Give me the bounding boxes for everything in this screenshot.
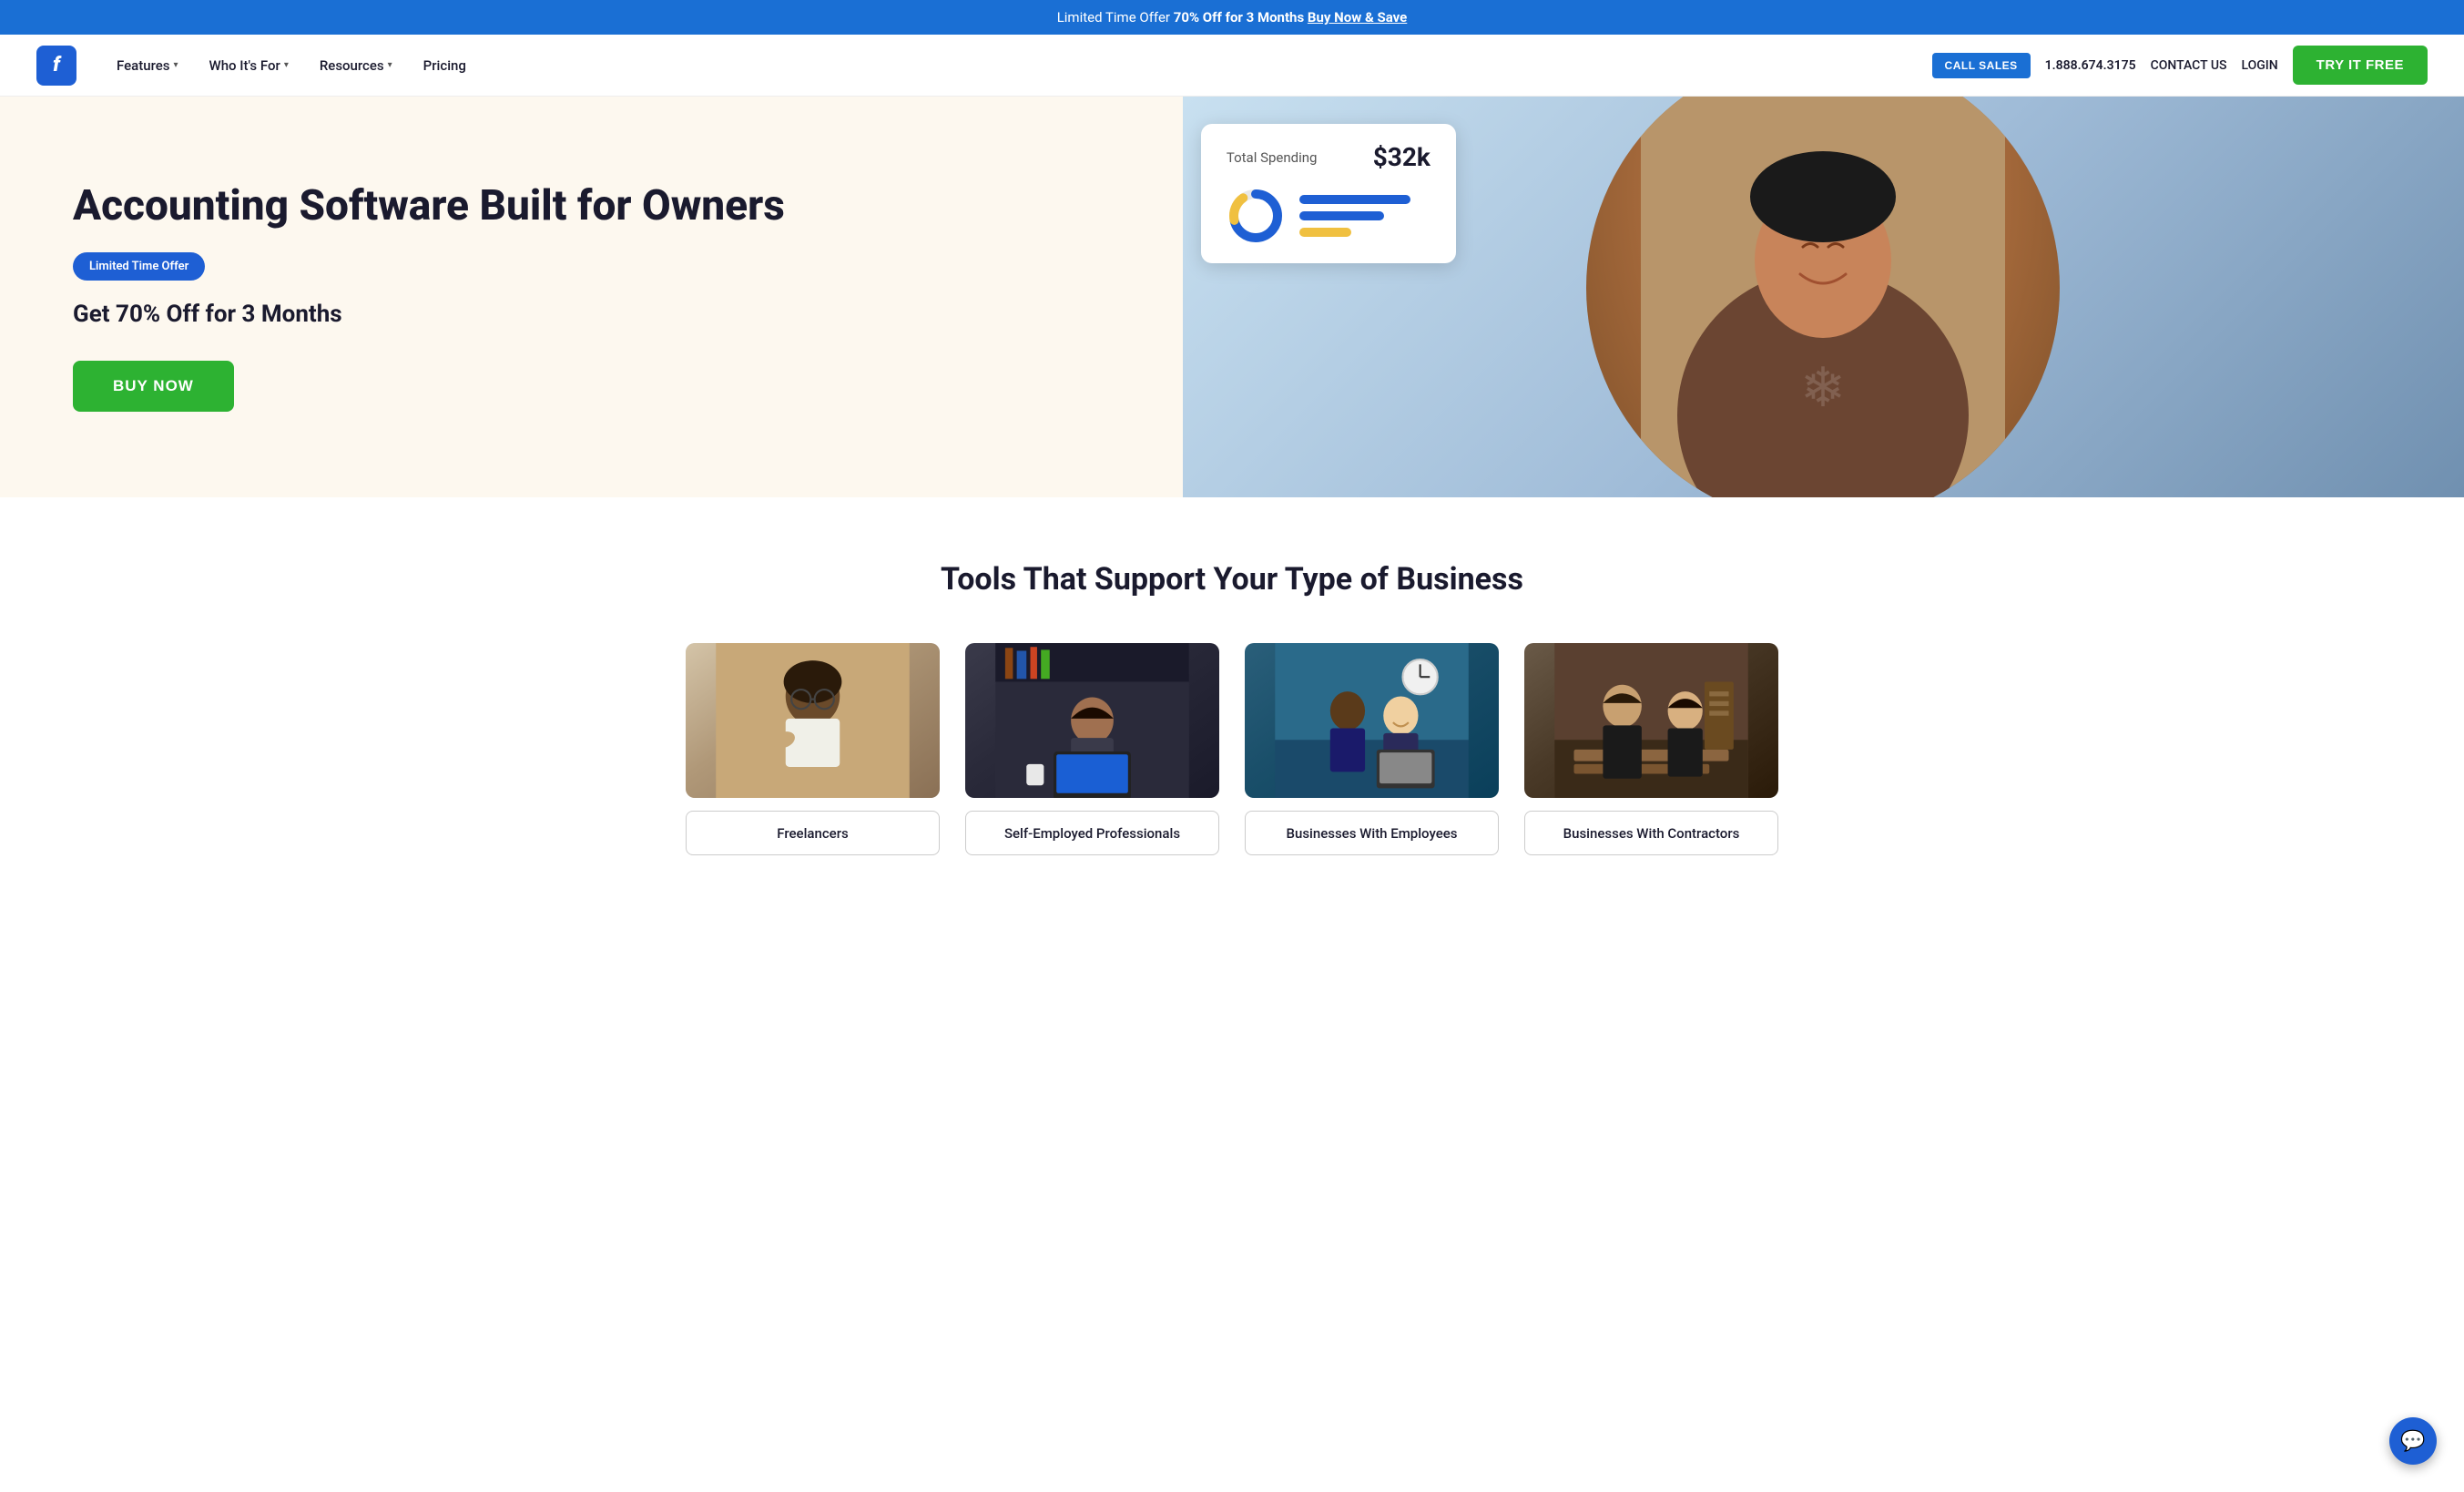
spending-card: Total Spending $32k <box>1201 124 1456 263</box>
hero-person-image: ❄ <box>1586 97 2060 497</box>
chart-bar-1 <box>1299 195 1410 204</box>
tools-grid: Freelancers <box>686 643 1778 855</box>
tool-image-businesses-employees <box>1245 643 1499 798</box>
contractors-image-placeholder <box>1524 643 1778 798</box>
businesses-image-placeholder <box>1245 643 1499 798</box>
promo-banner: Limited Time Offer 70% Off for 3 Months … <box>0 0 2464 35</box>
svg-text:❄: ❄ <box>1800 355 1846 420</box>
hero-offer-text: Get 70% Off for 3 Months <box>73 301 1128 328</box>
businesses-contractors-label-box: Businesses With Contractors <box>1524 811 1778 855</box>
try-free-button[interactable]: TRY IT FREE <box>2293 46 2428 85</box>
self-employed-label: Self-Employed Professionals <box>1004 825 1180 842</box>
banner-link[interactable]: Buy Now & Save <box>1308 9 1407 26</box>
nav-who-its-for[interactable]: Who It's For ▾ <box>197 50 301 81</box>
phone-number: 1.888.674.3175 <box>2045 58 2136 73</box>
chat-bubble-button[interactable]: 💬 <box>2389 1417 2437 1465</box>
banner-prefix: Limited Time Offer <box>1057 9 1174 26</box>
spending-amount: $32k <box>1373 142 1431 172</box>
tool-image-freelancers <box>686 643 940 798</box>
nav-resources[interactable]: Resources ▾ <box>307 50 405 81</box>
hero-right: Total Spending $32k <box>1183 97 2464 497</box>
chat-icon: 💬 <box>2400 1430 2425 1453</box>
hero-title: Accounting Software Built for Owners <box>73 182 1128 230</box>
nav-links: Features ▾ Who It's For ▾ Resources ▾ Pr… <box>104 50 1932 81</box>
nav-features-label: Features <box>117 57 169 74</box>
businesses-contractors-label: Businesses With Contractors <box>1563 825 1740 842</box>
navbar: f Features ▾ Who It's For ▾ Resources ▾ … <box>0 35 2464 97</box>
self-employed-image-placeholder <box>965 643 1219 798</box>
nav-right: CALL SALES 1.888.674.3175 CONTACT US LOG… <box>1932 46 2428 85</box>
chart-bar-2 <box>1299 211 1385 220</box>
logo-letter: f <box>53 54 60 77</box>
nav-pricing[interactable]: Pricing <box>411 50 479 81</box>
tools-section: Tools That Support Your Type of Business <box>0 497 2464 919</box>
tool-image-businesses-contractors <box>1524 643 1778 798</box>
spending-label: Total Spending <box>1227 149 1318 166</box>
chevron-down-icon: ▾ <box>284 60 289 70</box>
nav-who-its-for-label: Who It's For <box>209 57 280 74</box>
buy-now-button[interactable]: BUY NOW <box>73 361 234 412</box>
chevron-down-icon: ▾ <box>173 60 178 70</box>
login-link[interactable]: LOGIN <box>2241 58 2277 73</box>
self-employed-label-box: Self-Employed Professionals <box>965 811 1219 855</box>
tool-card-freelancers[interactable]: Freelancers <box>686 643 940 855</box>
nav-pricing-label: Pricing <box>423 57 466 74</box>
nav-resources-label: Resources <box>320 57 384 74</box>
person-svg: ❄ <box>1586 97 2060 497</box>
freelancers-label-box: Freelancers <box>686 811 940 855</box>
tool-card-businesses-contractors[interactable]: Businesses With Contractors <box>1524 643 1778 855</box>
banner-bold: 70% Off for 3 Months <box>1174 9 1304 26</box>
tools-title: Tools That Support Your Type of Business <box>55 561 2409 598</box>
spending-chart <box>1227 187 1431 245</box>
hero-background: Total Spending $32k <box>1183 97 2464 497</box>
freelancers-label: Freelancers <box>777 825 848 842</box>
hero-section: Accounting Software Built for Owners Lim… <box>0 97 2464 497</box>
chart-bars <box>1299 195 1431 237</box>
businesses-svg <box>1245 643 1499 798</box>
limited-offer-badge: Limited Time Offer <box>73 252 205 281</box>
donut-chart <box>1227 187 1285 245</box>
hero-left: Accounting Software Built for Owners Lim… <box>0 97 1183 497</box>
contact-us-link[interactable]: CONTACT US <box>2151 58 2227 73</box>
self-employed-svg <box>965 643 1219 798</box>
freelancer-image-placeholder <box>686 643 940 798</box>
contractors-svg <box>1524 643 1778 798</box>
spending-card-header: Total Spending $32k <box>1227 142 1431 172</box>
person-image-placeholder: ❄ <box>1586 97 2060 497</box>
nav-features[interactable]: Features ▾ <box>104 50 191 81</box>
tool-card-businesses-employees[interactable]: Businesses With Employees <box>1245 643 1499 855</box>
logo[interactable]: f <box>36 46 76 86</box>
chevron-down-icon: ▾ <box>388 60 392 70</box>
freelancer-svg <box>686 643 940 798</box>
tool-card-self-employed[interactable]: Self-Employed Professionals <box>965 643 1219 855</box>
chart-bar-3 <box>1299 228 1352 237</box>
businesses-employees-label: Businesses With Employees <box>1287 825 1458 842</box>
call-sales-button[interactable]: CALL SALES <box>1932 53 2031 78</box>
tool-image-self-employed <box>965 643 1219 798</box>
businesses-employees-label-box: Businesses With Employees <box>1245 811 1499 855</box>
